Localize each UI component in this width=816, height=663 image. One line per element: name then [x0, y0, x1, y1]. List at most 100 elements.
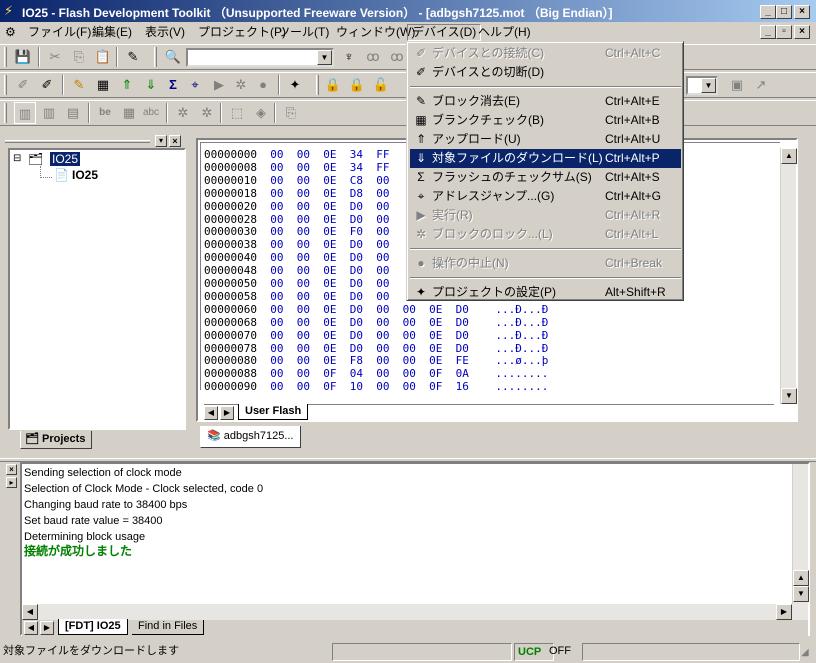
ascii-icon[interactable]: abc: [140, 102, 162, 124]
tab-find-in-files[interactable]: Find in Files: [132, 620, 205, 635]
checksum-icon[interactable]: Σ: [162, 74, 184, 96]
hex-row[interactable]: 00000060 00 00 0E D0 00 00 0E D0 ...Ð...…: [204, 303, 548, 316]
hex-row[interactable]: 00000050 00 00 0E D0 00: [204, 277, 416, 290]
workspace-close-button[interactable]: ×: [169, 135, 181, 147]
menu-item-lock[interactable]: ✲ ブロックのロック...(L) Ctrl+Alt+L: [410, 225, 681, 244]
edit-icon[interactable]: ✎: [122, 46, 144, 68]
hex-row[interactable]: 00000078 00 00 0E D0 00 00 0E D0 ...Ð...…: [204, 342, 548, 355]
menu-file[interactable]: ファイル(F): [24, 24, 95, 41]
tab-next-icon[interactable]: ▶: [40, 621, 54, 635]
tab-next-icon[interactable]: ▶: [220, 406, 234, 420]
menu-device[interactable]: デバイス(D): [407, 24, 482, 41]
hex-row[interactable]: 00000090 00 00 0F 10 00 00 0F 16 .......…: [204, 380, 548, 393]
menu-item-run[interactable]: ▶ 実行(R) Ctrl+Alt+R: [410, 206, 681, 225]
maximize-button[interactable]: □: [776, 5, 792, 19]
blank-check-icon[interactable]: ▦: [92, 74, 114, 96]
tool-b-icon[interactable]: ✲: [196, 102, 218, 124]
project-settings-icon[interactable]: ✦: [284, 74, 306, 96]
find-icon[interactable]: 🔍: [162, 46, 184, 68]
hex-row[interactable]: 00000018 00 00 0E D8 00: [204, 187, 416, 200]
hex-row[interactable]: 00000080 00 00 0E F8 00 00 0E FE ...ø...…: [204, 354, 548, 367]
scroll-right-icon[interactable]: ▶: [776, 604, 792, 620]
lock-icon[interactable]: ✲: [230, 74, 252, 96]
goto-address-icon[interactable]: ⌖: [184, 74, 206, 96]
hex-icon[interactable]: ▦: [118, 102, 140, 124]
hex-row[interactable]: 00000048 00 00 0E D0 00: [204, 264, 416, 277]
big-endian-icon[interactable]: be: [94, 102, 116, 124]
view-byte-icon[interactable]: ▥: [14, 102, 36, 124]
menu-edit[interactable]: 編集(E): [88, 24, 136, 41]
find-prev-icon[interactable]: ꝏ: [386, 46, 408, 68]
scroll-up-icon[interactable]: ▲: [793, 570, 809, 586]
chevron-down-icon[interactable]: ▼: [317, 50, 332, 65]
tab-user-flash[interactable]: User Flash: [238, 404, 309, 420]
menu-help[interactable]: ヘルプ(H): [474, 24, 535, 41]
menu-item-erase[interactable]: ✎ ブロック消去(E) Ctrl+Alt+E: [410, 92, 681, 111]
erase-icon[interactable]: ✎: [68, 74, 90, 96]
run-icon[interactable]: ▶: [208, 74, 230, 96]
scroll-down-icon[interactable]: ▼: [793, 586, 809, 602]
download-icon[interactable]: ⇓: [140, 74, 162, 96]
doc-close-button[interactable]: ×: [794, 25, 810, 39]
hex-row[interactable]: 00000008 00 00 0E 34 FF: [204, 161, 416, 174]
lock-block-icon[interactable]: 🔒: [322, 74, 344, 96]
scroll-up-icon[interactable]: ▲: [781, 148, 797, 164]
cut-icon[interactable]: ✂: [44, 46, 66, 68]
tree-project-io25[interactable]: IO25: [72, 168, 98, 182]
tab-prev-icon[interactable]: ◀: [24, 621, 38, 635]
menu-view[interactable]: 表示(V): [141, 24, 189, 41]
hex-vscrollbar[interactable]: ▲ ▼: [780, 148, 797, 404]
save-icon[interactable]: 💾: [12, 46, 34, 68]
hex-row[interactable]: 00000058 00 00 0E D0 00: [204, 290, 416, 303]
doc-restore-button[interactable]: ▫: [776, 25, 792, 39]
find-combo[interactable]: ▼: [186, 48, 334, 67]
tree-root-io25[interactable]: IO25: [50, 152, 81, 166]
lock-query-icon[interactable]: 🔒: [346, 74, 368, 96]
doc-tab-adbgsh7125[interactable]: 📚 adbgsh7125...: [200, 426, 301, 448]
hex-row[interactable]: 00000068 00 00 0E D0 00 00 0E D0 ...Ð...…: [204, 316, 548, 329]
replace-icon[interactable]: ꝏ: [362, 46, 384, 68]
tab-fdt-io25[interactable]: [FDT] IO25: [58, 619, 128, 635]
menu-item-blank-check[interactable]: ▦ ブランクチェック(B) Ctrl+Alt+B: [410, 111, 681, 130]
hex-row[interactable]: 00000010 00 00 0E C8 00: [204, 174, 416, 187]
hex-row[interactable]: 00000000 00 00 0E 34 FF: [204, 148, 416, 161]
output-hscrollbar[interactable]: ◀ ▶: [22, 604, 808, 620]
hex-row[interactable]: 00000070 00 00 0E D0 00 00 0E D0 ...Ð...…: [204, 329, 548, 342]
menu-item-project-settings[interactable]: ✦ プロジェクトの設定(P) Alt+Shift+R: [410, 283, 681, 302]
menu-item-upload[interactable]: ⇑ アップロード(U) Ctrl+Alt+U: [410, 130, 681, 149]
copy-icon[interactable]: ⎘: [68, 46, 90, 68]
tab-projects[interactable]: 🗂 Projects: [20, 431, 93, 449]
disconnect-icon[interactable]: ✐: [36, 74, 58, 96]
output-vscrollbar[interactable]: ▲ ▼: [792, 464, 809, 604]
menu-item-disconnect[interactable]: ✐ デバイスとの切断(D): [410, 63, 681, 82]
hex-row[interactable]: 00000020 00 00 0E D0 00: [204, 200, 416, 213]
tree-collapse-toggle[interactable]: ⊟: [13, 153, 21, 164]
upload-icon[interactable]: ⇑: [116, 74, 138, 96]
output-close-button[interactable]: ×: [6, 464, 17, 475]
find-next-icon[interactable]: ♆: [338, 46, 360, 68]
device-combo[interactable]: ▼: [686, 76, 718, 95]
tab-prev-icon[interactable]: ◀: [204, 406, 218, 420]
menu-item-checksum[interactable]: Σ フラッシュのチェックサム(S) Ctrl+Alt+S: [410, 168, 681, 187]
minimize-button[interactable]: _: [760, 5, 776, 19]
view-word-icon[interactable]: ▥: [38, 102, 60, 124]
close-button[interactable]: ×: [794, 5, 810, 19]
hex-row[interactable]: 00000088 00 00 0F 04 00 00 0F 0A .......…: [204, 367, 548, 380]
hex-row[interactable]: 00000030 00 00 0E F0 00: [204, 225, 416, 238]
hex-row[interactable]: 00000040 00 00 0E D0 00: [204, 251, 416, 264]
export-icon[interactable]: ↗: [750, 74, 772, 96]
menu-item-goto-address[interactable]: ⌖ アドレスジャンプ...(G) Ctrl+Alt+G: [410, 187, 681, 206]
window-icon[interactable]: ▣: [726, 74, 748, 96]
chevron-down-icon[interactable]: ▼: [701, 78, 716, 93]
compare-icon[interactable]: ⎘: [280, 102, 302, 124]
doc-minimize-button[interactable]: _: [760, 25, 776, 39]
scroll-down-icon[interactable]: ▼: [781, 388, 797, 404]
hex-row[interactable]: 00000028 00 00 0E D0 00: [204, 213, 416, 226]
connect-icon[interactable]: ✐: [12, 74, 34, 96]
view-long-icon[interactable]: ▤: [62, 102, 84, 124]
output-menu-button[interactable]: ▸: [6, 477, 17, 488]
resize-grip-icon[interactable]: ◢: [801, 647, 809, 658]
menu-item-connect[interactable]: ✐ デバイスとの接続(C) Ctrl+Alt+C: [410, 44, 681, 63]
menu-item-stop[interactable]: ● 操作の中止(N) Ctrl+Break: [410, 254, 681, 273]
tool-a-icon[interactable]: ✲: [172, 102, 194, 124]
